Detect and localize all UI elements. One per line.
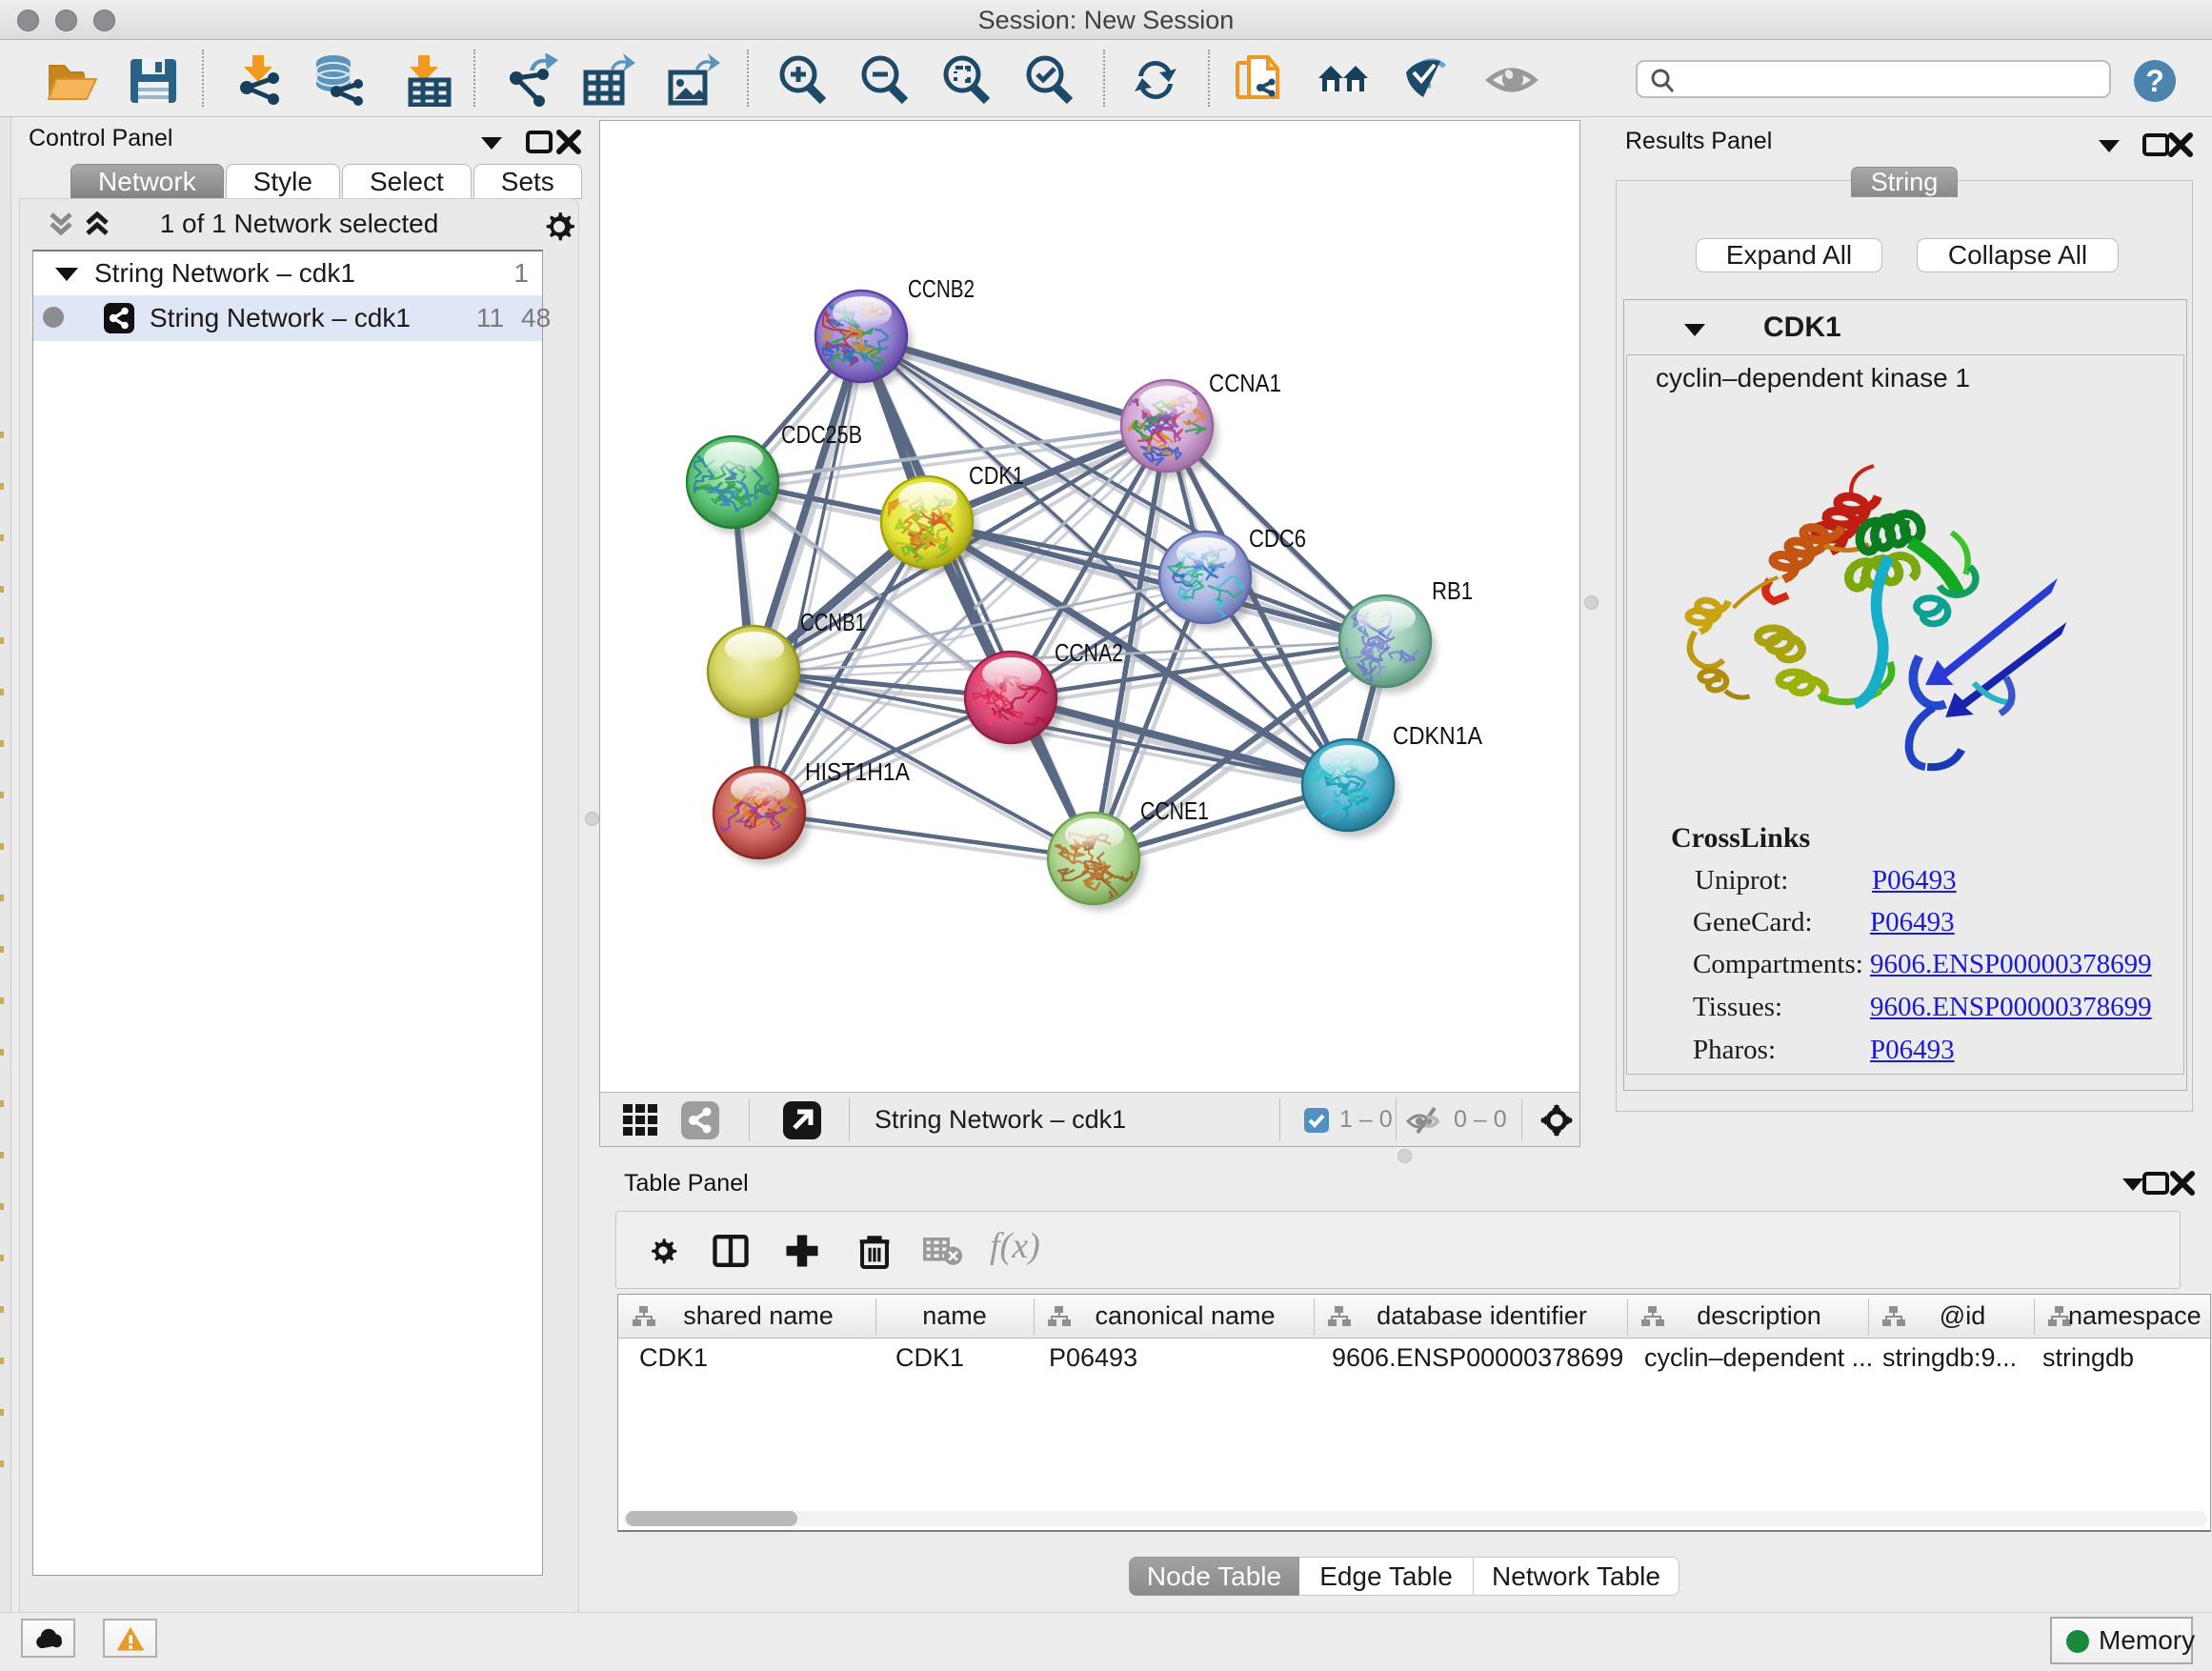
svg-text:HIST1H1A: HIST1H1A — [805, 757, 911, 786]
svg-text:CCNA1: CCNA1 — [1209, 369, 1281, 397]
svg-text:CCNA2: CCNA2 — [1055, 638, 1123, 667]
svg-text:CDC25B: CDC25B — [781, 420, 862, 449]
svg-text:CDC6: CDC6 — [1249, 524, 1306, 553]
svg-text:CCNB1: CCNB1 — [800, 608, 866, 636]
svg-text:CDKN1A: CDKN1A — [1393, 721, 1483, 750]
svg-text:CDK1: CDK1 — [969, 461, 1024, 490]
svg-text:?: ? — [2145, 64, 2164, 98]
svg-text:CCNE1: CCNE1 — [1140, 796, 1209, 825]
svg-text:RB1: RB1 — [1432, 576, 1473, 605]
svg-text:CCNB2: CCNB2 — [908, 274, 975, 303]
